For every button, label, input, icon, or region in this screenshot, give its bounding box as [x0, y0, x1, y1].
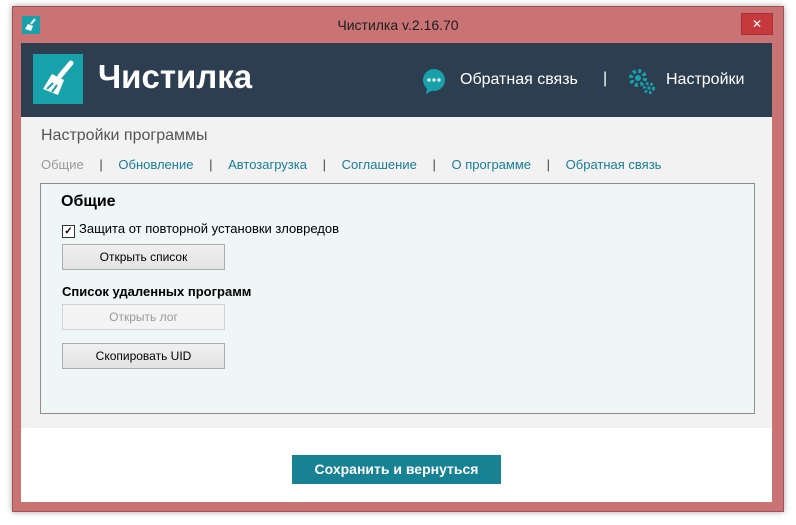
tab-feedback[interactable]: Обратная связь — [566, 157, 662, 172]
tab-about[interactable]: О программе — [451, 157, 531, 172]
app-logo — [33, 54, 83, 104]
app-name: Чистилка — [98, 58, 253, 95]
chat-bubble-icon[interactable] — [421, 68, 447, 94]
settings-content: Настройки программы Общие | Обновление |… — [21, 117, 772, 428]
tab-agreement[interactable]: Соглашение — [342, 157, 417, 172]
page-title: Настройки программы — [41, 127, 208, 144]
header-separator: | — [603, 70, 608, 87]
tab-separator: | — [209, 157, 213, 172]
tab-update[interactable]: Обновление — [118, 157, 193, 172]
settings-tabs: Общие | Обновление | Автозагрузка | Согл… — [41, 157, 661, 172]
open-log-button: Открыть лог — [62, 304, 225, 330]
app-window: Чистилка v.2.16.70 ✕ Чистилка Обратная с… — [12, 6, 784, 512]
footer: Сохранить и вернуться — [21, 428, 772, 502]
section-title: Общие — [61, 193, 116, 210]
removed-programs-heading: Список удаленных программ — [62, 284, 252, 299]
broom-icon — [43, 60, 74, 95]
tab-separator: | — [546, 157, 551, 172]
checkbox-label: Защита от повторной установки зловредов — [79, 221, 339, 236]
copy-uid-button[interactable]: Скопировать UID — [62, 343, 225, 369]
tab-separator: | — [99, 157, 103, 172]
reinstall-protection-checkbox[interactable]: ✓ — [62, 225, 75, 238]
close-icon: ✕ — [751, 17, 763, 31]
general-panel: Общие ✓ Защита от повторной установки зло… — [40, 183, 755, 414]
tab-separator: | — [322, 157, 326, 172]
close-button[interactable]: ✕ — [741, 13, 773, 35]
gears-icon[interactable] — [628, 67, 656, 95]
reinstall-protection-option[interactable]: ✓ Защита от повторной установки зловредов — [62, 221, 339, 238]
window-title: Чистилка v.2.16.70 — [337, 17, 459, 33]
app-header: Чистилка Обратная связь | Настройки — [21, 43, 772, 117]
feedback-link[interactable]: Обратная связь — [460, 71, 578, 89]
tab-general[interactable]: Общие — [41, 157, 84, 172]
client-area: Чистилка Обратная связь | Настройки Наст… — [21, 43, 772, 502]
tab-separator: | — [432, 157, 436, 172]
open-list-button[interactable]: Открыть список — [62, 244, 225, 270]
settings-link[interactable]: Настройки — [666, 71, 744, 89]
save-and-return-button[interactable]: Сохранить и вернуться — [292, 455, 501, 484]
tab-autostart[interactable]: Автозагрузка — [228, 157, 307, 172]
title-bar[interactable]: Чистилка v.2.16.70 ✕ — [13, 7, 783, 43]
